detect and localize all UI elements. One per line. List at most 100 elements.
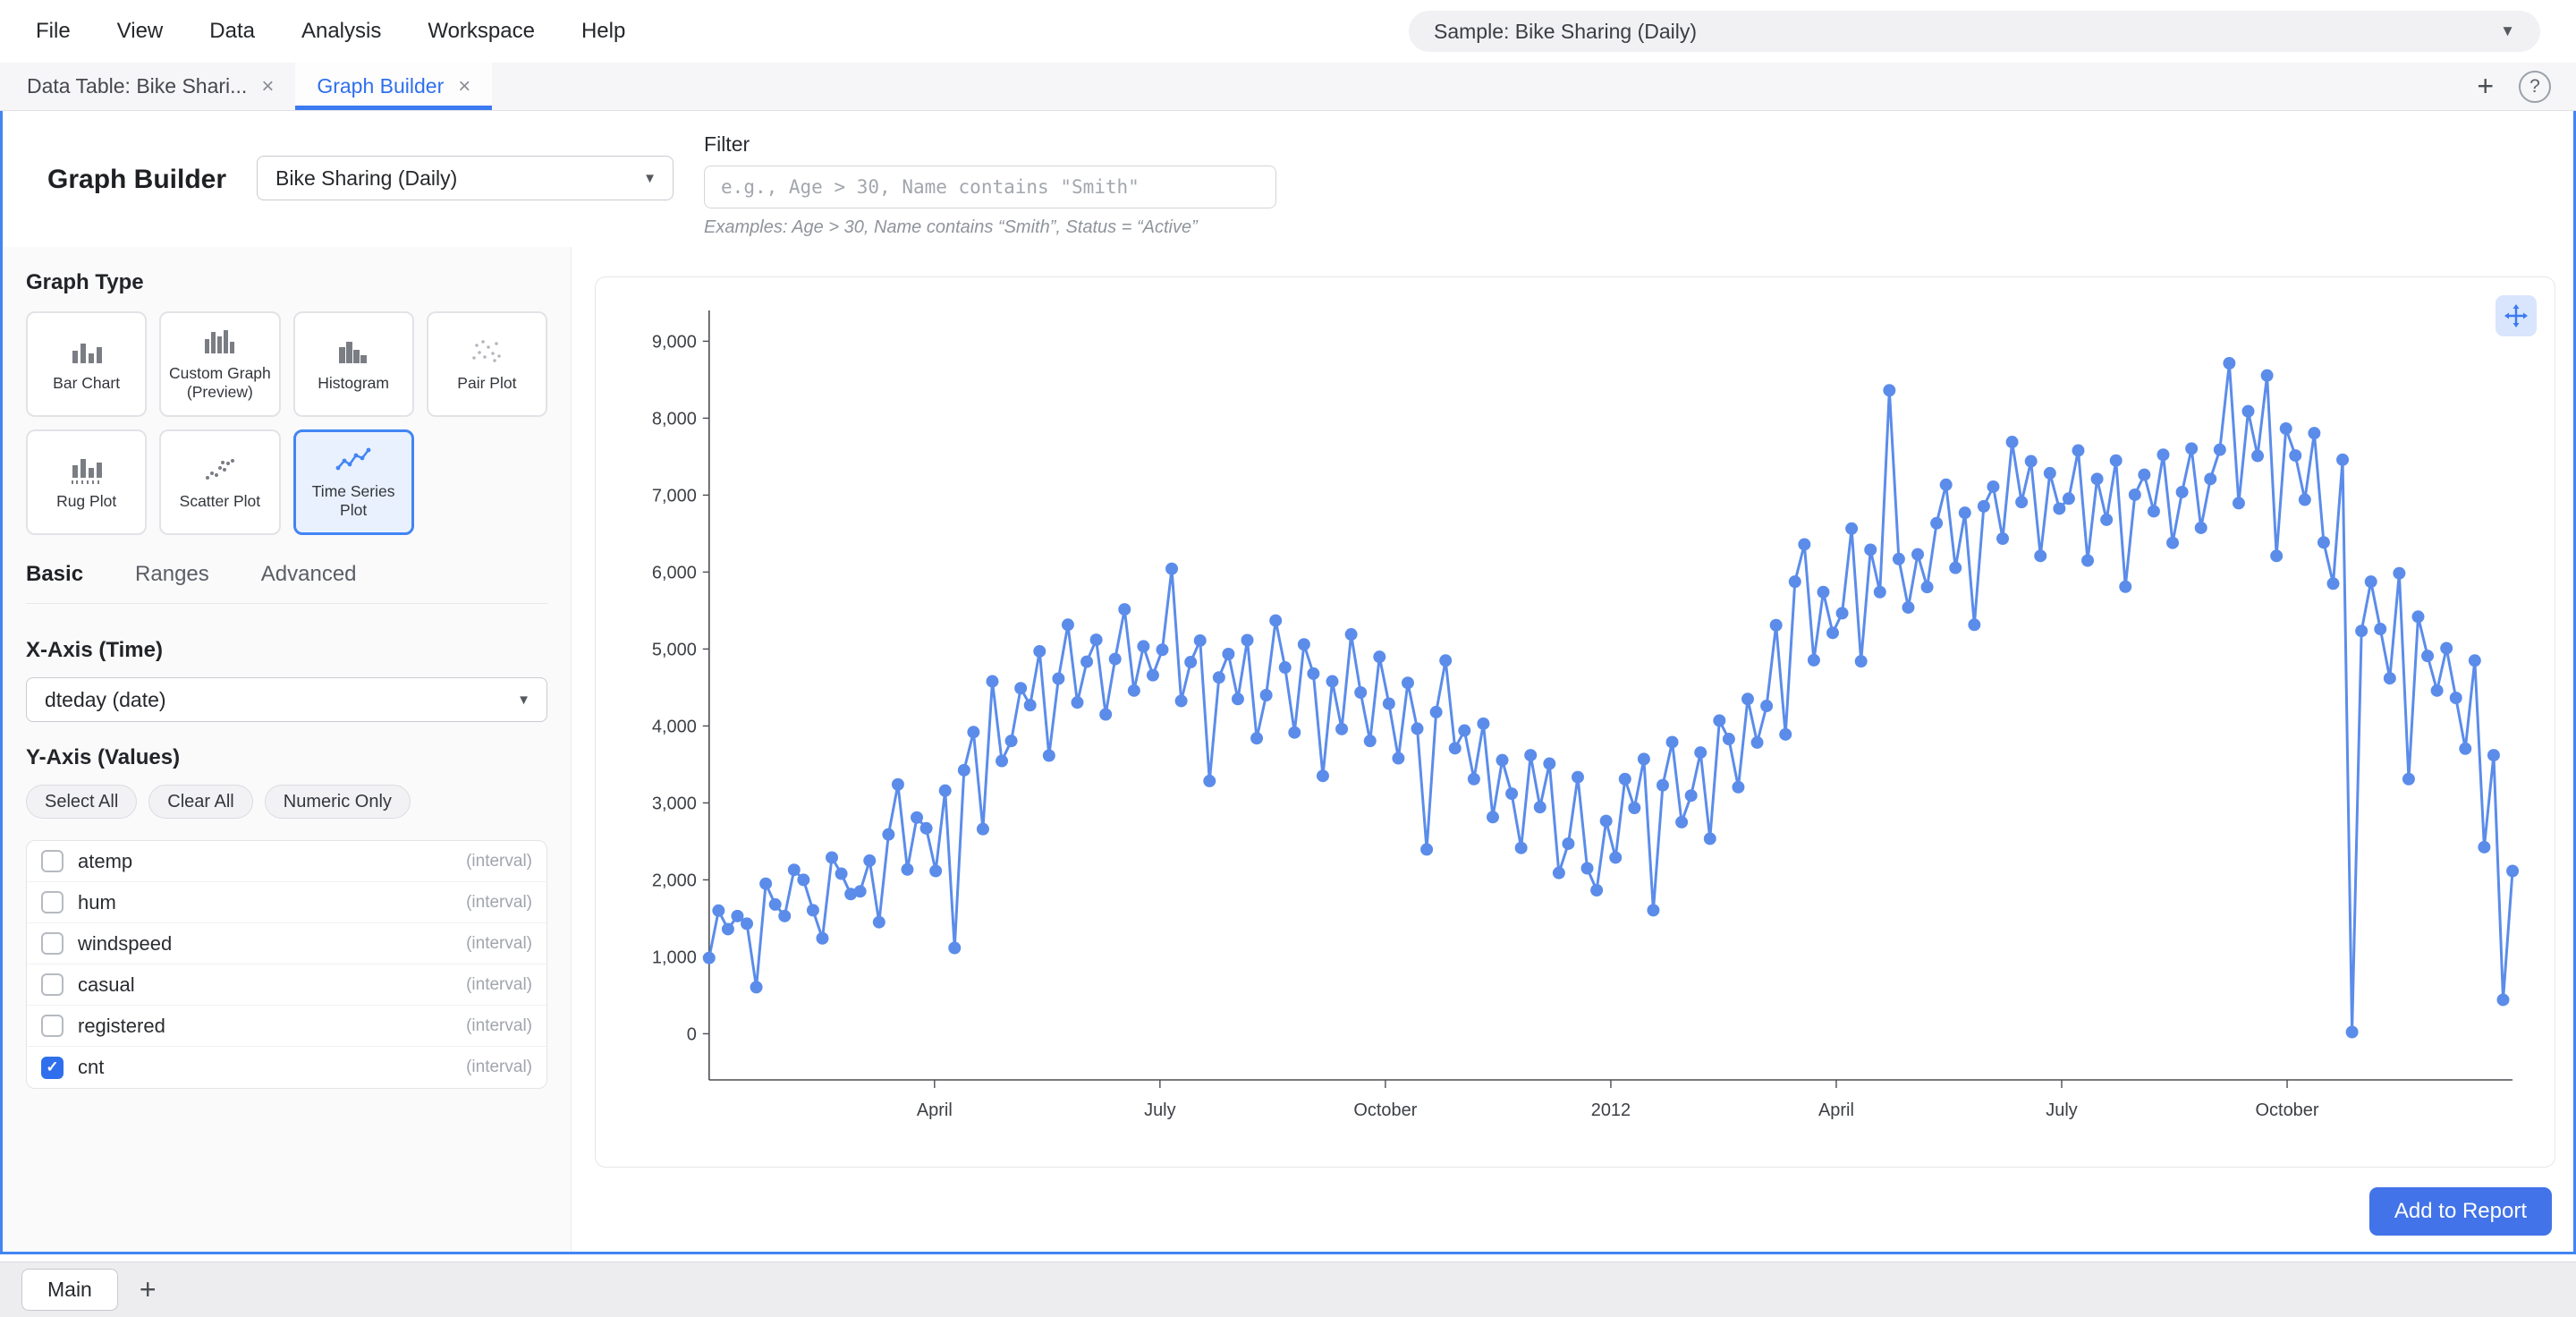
graph-type-label-text: Time Series Plot: [301, 482, 406, 519]
tab-graph-builder[interactable]: Graph Builder ×: [295, 63, 492, 110]
data-point: [2450, 692, 2462, 704]
data-point: [2280, 422, 2292, 435]
data-point: [1288, 726, 1301, 739]
y-tick-label: 3,000: [652, 794, 697, 813]
add-to-report-button[interactable]: Add to Report: [2369, 1187, 2552, 1236]
x-axis-select[interactable]: dteday (date) ▼: [26, 677, 547, 722]
field-row-windspeed[interactable]: windspeed (interval): [27, 923, 547, 964]
data-point: [958, 764, 970, 777]
graph-type-bar-chart[interactable]: Bar Chart: [26, 311, 147, 417]
menu-bar: File View Data Analysis Workspace Help S…: [0, 0, 2576, 63]
new-tab-icon[interactable]: +: [2477, 70, 2494, 103]
data-point: [1657, 779, 1669, 792]
data-point: [948, 942, 961, 955]
sample-dataset-value: Sample: Bike Sharing (Daily): [1434, 20, 1697, 44]
data-point: [1590, 884, 1603, 896]
select-all-button[interactable]: Select All: [26, 785, 137, 819]
clear-all-button[interactable]: Clear All: [148, 785, 252, 819]
data-point: [1118, 603, 1131, 616]
field-row-casual[interactable]: casual (interval): [27, 964, 547, 1006]
data-point: [769, 898, 782, 911]
menu-file[interactable]: File: [36, 19, 71, 44]
field-row-cnt[interactable]: cnt (interval): [27, 1047, 547, 1088]
data-point: [1184, 656, 1197, 668]
custom-graph-icon: [200, 327, 240, 357]
menu-workspace[interactable]: Workspace: [428, 19, 535, 44]
menu-data[interactable]: Data: [209, 19, 255, 44]
data-point: [2138, 469, 2150, 481]
tab-advanced[interactable]: Advanced: [261, 562, 357, 587]
graph-type-label-text: Bar Chart: [53, 374, 120, 393]
graph-type-pair-plot[interactable]: Pair Plot: [427, 311, 547, 417]
checkbox-cnt[interactable]: [41, 1057, 64, 1079]
menu-view[interactable]: View: [117, 19, 164, 44]
rug-plot-icon: [67, 455, 106, 485]
menu-analysis[interactable]: Analysis: [301, 19, 381, 44]
graph-type-scatter-plot[interactable]: Scatter Plot: [159, 429, 280, 535]
tab-data-table[interactable]: Data Table: Bike Shari... ×: [5, 63, 295, 110]
graph-type-custom-graph[interactable]: Custom Graph (Preview): [159, 311, 280, 417]
data-point: [1921, 581, 1934, 593]
tab-ranges[interactable]: Ranges: [135, 562, 209, 587]
data-point: [1864, 543, 1877, 556]
data-point: [1157, 643, 1169, 656]
close-icon[interactable]: ×: [261, 74, 274, 99]
data-point: [996, 755, 1008, 768]
dataset-select[interactable]: Bike Sharing (Daily) ▼: [257, 156, 674, 200]
checkbox-windspeed[interactable]: [41, 932, 64, 955]
data-point: [1959, 506, 1971, 519]
document-tab-bar: Data Table: Bike Shari... × Graph Builde…: [0, 63, 2576, 111]
checkbox-registered[interactable]: [41, 1015, 64, 1037]
data-point: [1383, 697, 1395, 709]
data-point: [2063, 492, 2075, 505]
time-series-icon: [334, 445, 373, 475]
data-point: [2148, 505, 2160, 517]
data-point: [750, 981, 763, 993]
data-point: [778, 910, 791, 922]
data-point: [2431, 684, 2444, 697]
data-point: [1940, 479, 1953, 491]
data-point: [1279, 661, 1292, 674]
field-row-registered[interactable]: registered (interval): [27, 1006, 547, 1047]
field-row-hum[interactable]: hum (interval): [27, 882, 547, 923]
numeric-only-button[interactable]: Numeric Only: [265, 785, 411, 819]
data-point: [2299, 494, 2311, 506]
graph-type-time-series[interactable]: Time Series Plot: [293, 429, 414, 535]
field-name: hum: [78, 891, 116, 914]
sample-dataset-selector[interactable]: Sample: Bike Sharing (Daily) ▼: [1409, 11, 2540, 52]
add-workspace-icon[interactable]: +: [140, 1273, 157, 1306]
data-point: [2459, 743, 2471, 755]
data-point: [2091, 472, 2104, 485]
menu-help[interactable]: Help: [581, 19, 625, 44]
time-series-plot[interactable]: 01,0002,0003,0004,0005,0006,0007,0008,00…: [606, 288, 2544, 1156]
data-point: [1420, 843, 1433, 855]
data-point: [2157, 448, 2169, 461]
data-point: [1515, 842, 1528, 854]
data-point: [2421, 650, 2434, 662]
data-point: [863, 854, 876, 867]
checkbox-atemp[interactable]: [41, 850, 64, 872]
data-point: [1203, 775, 1216, 787]
graph-settings-sidebar: Graph Type Bar Chart Custom Graph (P: [3, 247, 572, 1252]
workspace-tab-main[interactable]: Main: [21, 1269, 118, 1311]
help-icon[interactable]: ?: [2519, 71, 2551, 103]
tab-basic[interactable]: Basic: [26, 562, 83, 587]
pan-tool-button[interactable]: [2496, 295, 2537, 336]
data-point: [1675, 816, 1688, 828]
data-point: [2241, 405, 2254, 418]
data-point: [1090, 633, 1103, 646]
field-name: cnt: [78, 1056, 104, 1079]
close-icon[interactable]: ×: [458, 74, 470, 99]
data-point: [1005, 735, 1018, 747]
graph-type-histogram[interactable]: Histogram: [293, 311, 414, 417]
y-tick-label: 4,000: [652, 717, 697, 736]
filter-input[interactable]: [704, 166, 1276, 208]
data-point: [1713, 714, 1725, 726]
data-point: [1704, 832, 1716, 845]
data-point: [1553, 867, 1565, 879]
field-row-atemp[interactable]: atemp (interval): [27, 841, 547, 882]
checkbox-hum[interactable]: [41, 891, 64, 913]
graph-type-rug-plot[interactable]: Rug Plot: [26, 429, 147, 535]
checkbox-casual[interactable]: [41, 973, 64, 996]
data-point: [2166, 537, 2179, 549]
